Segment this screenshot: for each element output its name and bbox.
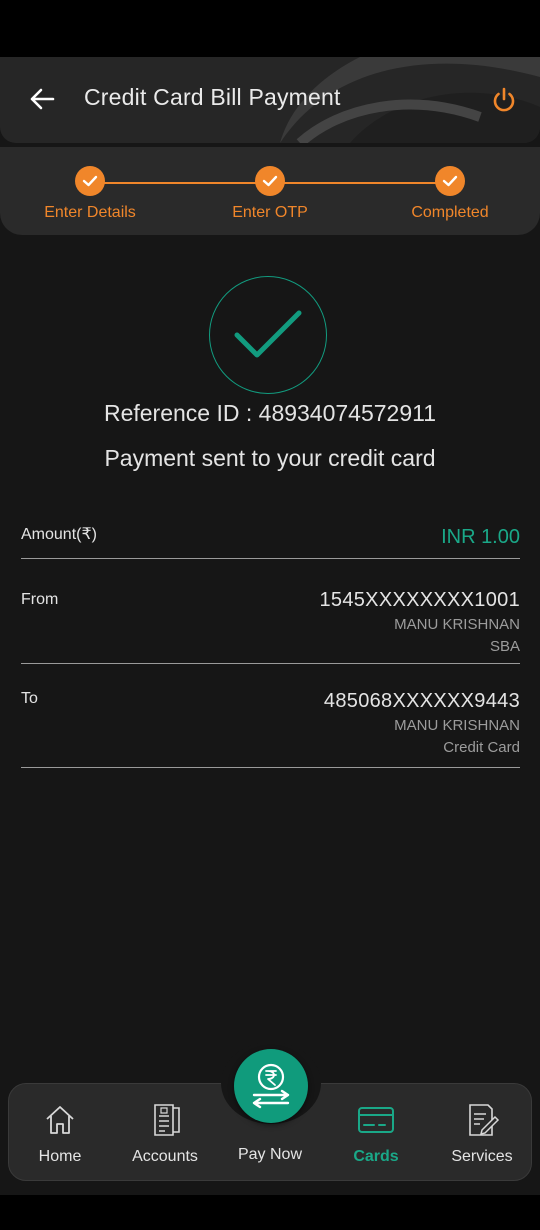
logout-button[interactable] <box>486 82 522 118</box>
success-message: Payment sent to your credit card <box>104 445 436 471</box>
checkmark-icon <box>234 310 302 358</box>
check-icon <box>435 166 465 196</box>
to-row: To 485068XXXXXX9443 MANU KRISHNAN Credit… <box>21 664 520 768</box>
services-icon <box>469 1104 500 1136</box>
system-navigation-bar <box>0 1195 540 1230</box>
pay-now-label[interactable]: Pay Now <box>210 1146 330 1164</box>
reference-id: Reference ID : 48934074572911 <box>103 400 437 426</box>
step-label: Enter Details <box>44 204 136 221</box>
pay-now-button[interactable] <box>234 1049 308 1123</box>
to-account-type: Credit Card <box>443 739 520 756</box>
check-icon <box>75 166 105 196</box>
amount-row: Amount(₹) INR 1.00 <box>21 515 520 559</box>
from-label: From <box>21 591 59 608</box>
arrow-left-icon <box>30 88 55 110</box>
credit-card-icon <box>358 1107 394 1133</box>
from-row: From 1545XXXXXXXX1001 MANU KRISHNAN SBA <box>21 559 520 664</box>
rupee-transfer-icon <box>252 1063 290 1109</box>
nav-accounts[interactable]: Accounts <box>115 1102 215 1166</box>
nav-services[interactable]: Services <box>432 1102 532 1166</box>
app-screen: Credit Card Bill Payment Enter Details E… <box>0 57 540 1195</box>
app-header: Credit Card Bill Payment <box>0 57 540 143</box>
nav-cards-label: Cards <box>353 1148 399 1165</box>
amount-label: Amount(₹) <box>21 526 97 543</box>
step-label: Enter OTP <box>232 204 308 221</box>
progress-stepper: Enter Details Enter OTP Completed <box>0 147 540 235</box>
status-bar <box>0 0 540 57</box>
nav-home[interactable]: Home <box>10 1102 110 1166</box>
from-account-type: SBA <box>489 638 520 655</box>
page-title: Credit Card Bill Payment <box>84 84 341 110</box>
amount-value: INR 1.00 <box>441 526 520 548</box>
from-account-number: 1545XXXXXXXX1001 <box>319 589 520 611</box>
home-icon <box>46 1106 74 1134</box>
step-enter-details: Enter Details <box>0 166 180 222</box>
to-label: To <box>21 690 38 707</box>
nav-services-label: Services <box>451 1148 513 1165</box>
power-icon <box>493 87 515 112</box>
step-label: Completed <box>411 204 489 221</box>
from-account-name: MANU KRISHNAN <box>394 616 520 633</box>
step-enter-otp: Enter OTP <box>180 166 360 222</box>
accounts-icon <box>154 1104 180 1136</box>
to-account-name: MANU KRISHNAN <box>394 717 520 734</box>
back-button[interactable] <box>22 81 62 117</box>
nav-accounts-label: Accounts <box>132 1148 198 1165</box>
step-completed: Completed <box>360 166 540 222</box>
nav-home-label: Home <box>38 1148 82 1165</box>
success-badge <box>209 276 327 394</box>
to-account-number: 485068XXXXXX9443 <box>323 690 520 712</box>
check-icon <box>255 166 285 196</box>
nav-cards[interactable]: Cards <box>326 1102 426 1166</box>
